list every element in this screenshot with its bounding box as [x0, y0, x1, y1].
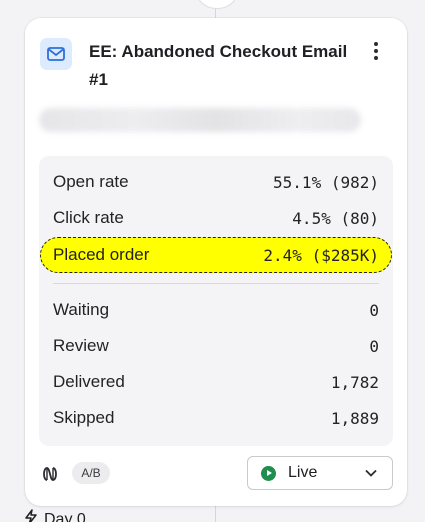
stat-label: Review [53, 336, 109, 355]
stat-row-waiting: Waiting 0 [39, 298, 393, 322]
blurred-subject-line [39, 108, 361, 132]
smart-sending-icon[interactable] [39, 463, 61, 485]
stat-label: Skipped [53, 408, 115, 427]
stat-row-open-rate: Open rate 55.1% (982) [39, 170, 393, 194]
stat-label: Click rate [53, 208, 124, 227]
stat-value: 0 [369, 336, 379, 356]
stat-value: 0 [369, 300, 379, 320]
stat-value: 2.4% ($285K) [263, 245, 379, 265]
stat-value: 1,889 [330, 408, 379, 428]
stat-row-skipped: Skipped 1,889 [39, 406, 393, 430]
email-step-card[interactable]: EE: Abandoned Checkout Email #1 Open rat… [25, 18, 407, 506]
stats-divider [53, 283, 379, 284]
flow-canvas: EE: Abandoned Checkout Email #1 Open rat… [0, 0, 425, 522]
stat-value: 4.5% (80) [292, 208, 379, 228]
day-step-label[interactable]: Day 0 [24, 509, 86, 522]
stat-row-delivered: Delivered 1,782 [39, 370, 393, 394]
stats-panel: Open rate 55.1% (982) Click rate 4.5% (8… [39, 156, 393, 446]
stat-label: Waiting [53, 300, 110, 319]
kebab-menu-icon[interactable] [363, 38, 389, 64]
envelope-icon [40, 38, 72, 70]
stat-value: 55.1% (982) [273, 172, 379, 192]
day-label-text: Day 0 [44, 510, 86, 522]
stat-row-click-rate: Click rate 4.5% (80) [39, 206, 393, 230]
stat-label: Delivered [53, 372, 125, 391]
card-title[interactable]: EE: Abandoned Checkout Email #1 [89, 38, 349, 94]
stat-label: Open rate [53, 172, 129, 191]
flow-connector-node[interactable] [195, 0, 239, 9]
stat-row-review: Review 0 [39, 334, 393, 358]
lightning-icon [24, 509, 38, 522]
play-circle-icon [261, 465, 276, 481]
ab-test-badge[interactable]: A/B [72, 462, 110, 484]
stat-value: 1,782 [330, 372, 379, 392]
status-label: Live [288, 464, 318, 481]
stat-label: Placed order [53, 245, 150, 264]
stat-row-placed-order: Placed order 2.4% ($285K) [39, 243, 393, 267]
status-dropdown[interactable]: Live [247, 456, 393, 490]
chevron-down-icon [364, 466, 378, 480]
